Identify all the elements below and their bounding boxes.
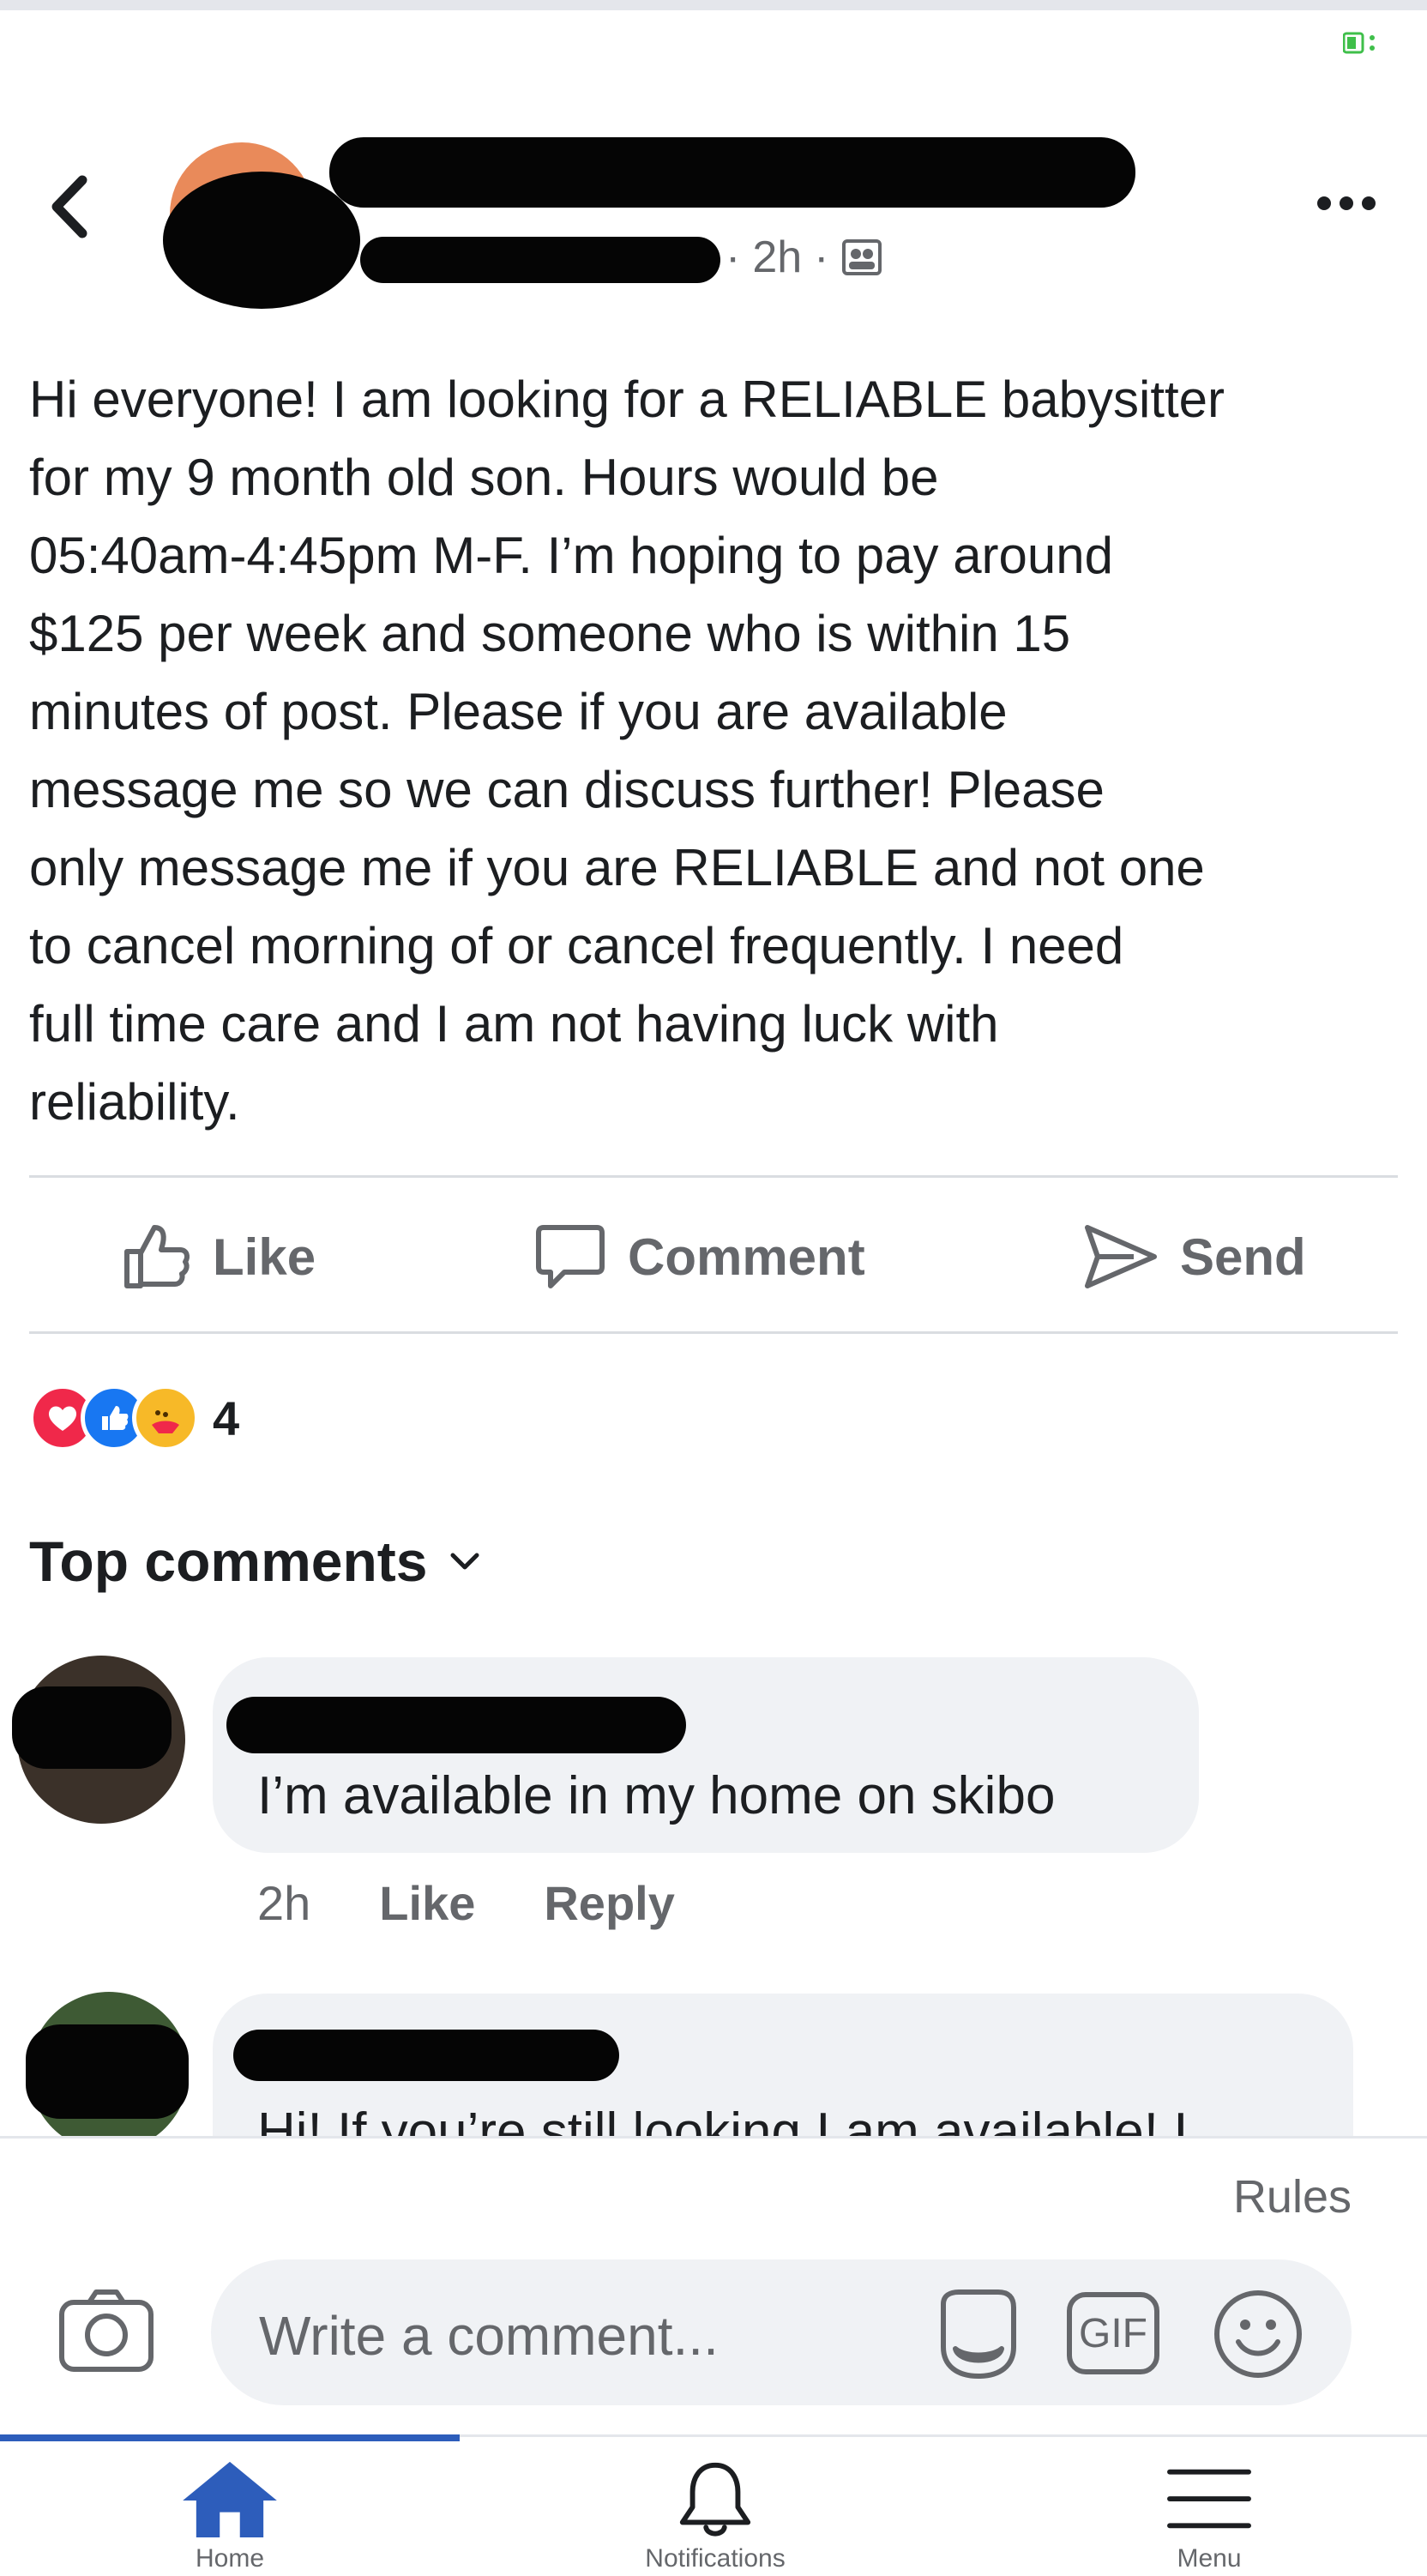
divider bbox=[29, 1175, 1398, 1178]
top-comments-label: Top comments bbox=[29, 1529, 428, 1593]
divider bbox=[29, 1331, 1398, 1334]
redaction-avatar bbox=[26, 2024, 189, 2119]
separator-2: · bbox=[814, 232, 829, 282]
top-comments-filter[interactable]: Top comments bbox=[29, 1529, 482, 1594]
rules-link[interactable]: Rules bbox=[1233, 2170, 1352, 2223]
post-body: Hi everyone! I am looking for a RELIABLE… bbox=[29, 371, 1225, 1131]
hamburger-menu-icon bbox=[1167, 2469, 1251, 2529]
comment-bubble-icon bbox=[536, 1225, 605, 1288]
tab-notifications-label: Notifications bbox=[645, 2544, 786, 2573]
send-button[interactable]: Send bbox=[1082, 1192, 1306, 1321]
tab-menu[interactable]: Menu bbox=[1141, 2458, 1278, 2573]
tab-notifications[interactable]: Notifications bbox=[645, 2458, 786, 2573]
care-reaction-icon bbox=[132, 1385, 199, 1451]
send-arrow-icon bbox=[1085, 1225, 1157, 1288]
post-time: 2h bbox=[752, 232, 803, 282]
bell-icon bbox=[679, 2462, 751, 2537]
more-dot bbox=[1317, 196, 1331, 210]
comment-input-placeholder: Write a comment... bbox=[259, 2305, 719, 2367]
active-tab-indicator bbox=[0, 2434, 460, 2441]
comment-label: Comment bbox=[628, 1228, 865, 1286]
redaction-group-name bbox=[329, 137, 1135, 208]
redaction-avatar bbox=[12, 1686, 172, 1769]
redaction-author-name bbox=[360, 237, 720, 283]
tab-menu-label: Menu bbox=[1177, 2544, 1242, 2573]
redaction-avatar bbox=[163, 172, 360, 309]
comment-time: 2h bbox=[257, 1876, 311, 1930]
tab-home[interactable]: Home bbox=[161, 2458, 298, 2573]
redaction-commenter-name bbox=[226, 1697, 686, 1753]
comment-meta: 2h Like Reply bbox=[257, 1875, 675, 1931]
gif-label: GIF bbox=[1079, 2310, 1147, 2356]
post-action-bar: Like Comment Send bbox=[0, 1192, 1427, 1321]
thumbs-up-icon bbox=[124, 1225, 190, 1288]
chevron-down-icon bbox=[450, 1553, 479, 1570]
battery-icon bbox=[1343, 32, 1375, 54]
comment-like-button[interactable]: Like bbox=[379, 1875, 475, 1931]
more-dot bbox=[1362, 196, 1376, 210]
status-bar-line bbox=[0, 0, 1427, 10]
gif-button[interactable]: GIF bbox=[1067, 2292, 1159, 2374]
redaction-commenter-name bbox=[233, 2030, 619, 2081]
send-label: Send bbox=[1180, 1228, 1306, 1286]
emoji-icon[interactable] bbox=[1211, 2287, 1305, 2381]
chevron-left-icon[interactable] bbox=[45, 168, 96, 245]
avatar-sticker-icon[interactable] bbox=[931, 2287, 1026, 2381]
more-dot bbox=[1340, 196, 1353, 210]
comment-text: I’m available in my home on skibo bbox=[257, 1766, 1056, 1825]
camera-icon[interactable] bbox=[57, 2285, 156, 2374]
home-icon bbox=[183, 2461, 277, 2538]
comment-reply-button[interactable]: Reply bbox=[544, 1875, 675, 1931]
tab-home-label: Home bbox=[195, 2544, 265, 2573]
post-meta: · 2h · bbox=[726, 232, 882, 283]
reactions-summary[interactable]: 4 bbox=[29, 1385, 239, 1451]
reaction-count: 4 bbox=[213, 1391, 240, 1445]
more-options-button[interactable] bbox=[1317, 190, 1394, 216]
like-label: Like bbox=[213, 1228, 316, 1286]
group-members-icon bbox=[841, 239, 882, 275]
like-button[interactable]: Like bbox=[120, 1192, 316, 1321]
comment-button[interactable]: Comment bbox=[533, 1192, 865, 1321]
separator: · bbox=[726, 232, 741, 282]
